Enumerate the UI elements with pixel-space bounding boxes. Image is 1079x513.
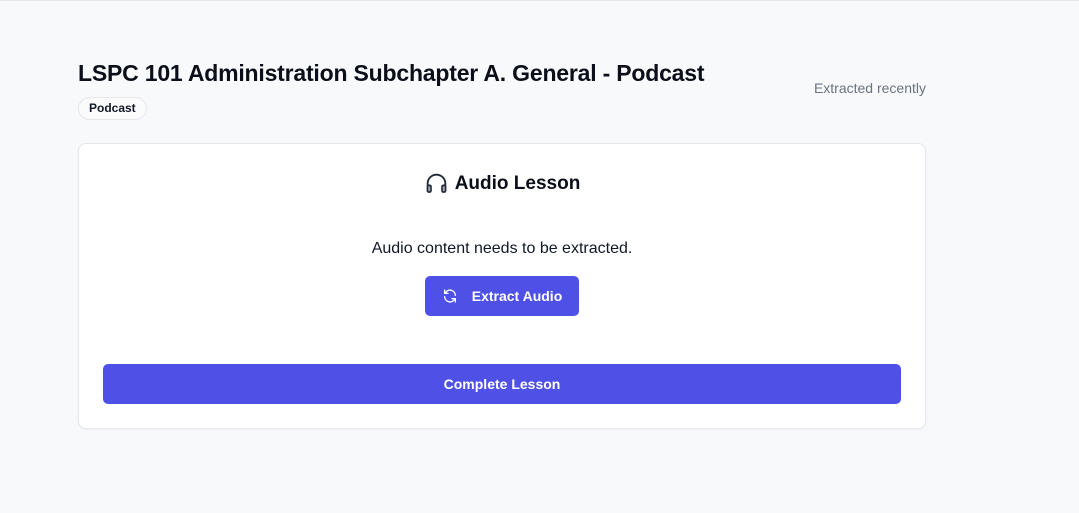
audio-lesson-card: Audio Lesson Audio content needs to be e… bbox=[78, 143, 926, 429]
audio-lesson-heading: Audio Lesson bbox=[79, 171, 925, 196]
refresh-icon bbox=[442, 288, 458, 304]
page-title: LSPC 101 Administration Subchapter A. Ge… bbox=[78, 60, 705, 86]
extract-audio-button[interactable]: Extract Audio bbox=[425, 276, 579, 316]
extraction-status: Extracted recently bbox=[813, 80, 926, 96]
top-divider bbox=[0, 0, 1079, 1]
extract-audio-label: Extract Audio bbox=[471, 288, 563, 304]
complete-lesson-button[interactable]: Complete Lesson bbox=[103, 364, 901, 404]
lesson-type-badge: Podcast bbox=[78, 97, 147, 120]
lesson-header: LSPC 101 Administration Subchapter A. Ge… bbox=[78, 58, 926, 120]
audio-lesson-title: Audio Lesson bbox=[454, 172, 581, 194]
headphones-icon bbox=[424, 171, 449, 196]
audio-status-message: Audio content needs to be extracted. bbox=[371, 240, 633, 257]
